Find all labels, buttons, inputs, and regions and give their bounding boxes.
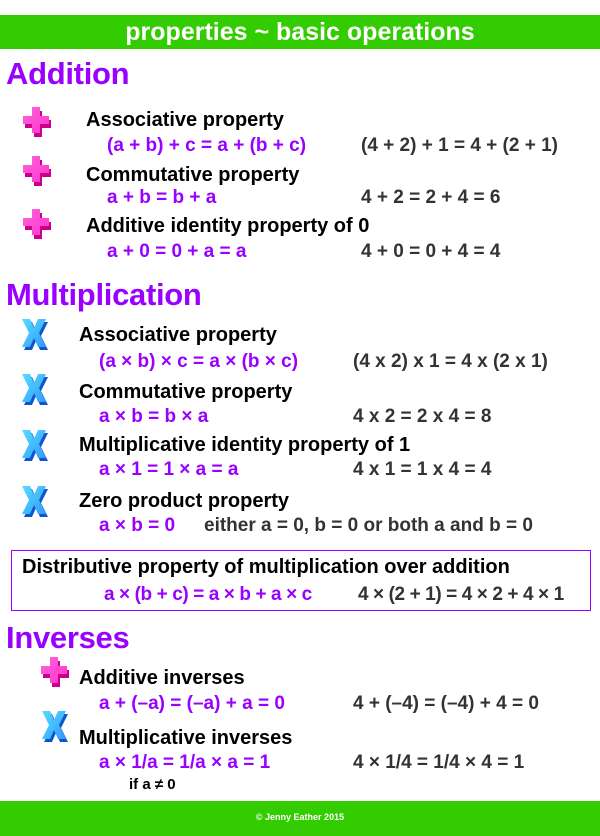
property-example: 4 × 1/4 = 1/4 × 4 = 1 xyxy=(353,752,525,773)
property-example: 4 + 0 = 0 + 4 = 4 xyxy=(361,241,501,262)
property-name: Additive identity property of 0 xyxy=(86,215,370,237)
distributive-example: 4 × (2 + 1) = 4 × 2 + 4 × 1 xyxy=(358,584,564,605)
distributive-formula: a × (b + c) = a × b + a × c xyxy=(104,584,312,605)
property-name: Multiplicative inverses xyxy=(79,727,293,749)
property-example: (4 x 2) x 1 = 4 x (2 x 1) xyxy=(353,351,548,372)
property-name: Commutative property xyxy=(79,381,293,403)
times-icon xyxy=(16,317,52,351)
plus-icon xyxy=(18,207,54,241)
times-icon xyxy=(16,484,52,518)
property-name: Commutative property xyxy=(86,164,300,186)
section-title-multiplication: Multiplication xyxy=(6,277,202,312)
property-example: (4 + 2) + 1 = 4 + (2 + 1) xyxy=(361,135,558,156)
copyright-text: © Jenny Eather 2015 xyxy=(255,812,345,822)
property-name: Zero product property xyxy=(79,490,290,512)
property-formula: a × 1 = 1 × a = a xyxy=(99,459,239,480)
property-example: 4 x 2 = 2 x 4 = 8 xyxy=(353,406,492,427)
property-formula: a × b = b × a xyxy=(99,406,209,427)
times-icon xyxy=(16,372,52,406)
property-example: 4 + 2 = 2 + 4 = 6 xyxy=(361,187,501,208)
property-name: Multiplicative identity property of 1 xyxy=(79,434,411,456)
page-title: properties ~ basic operations xyxy=(125,18,475,46)
property-example: either a = 0, b = 0 or both a and b = 0 xyxy=(204,515,533,536)
plus-icon xyxy=(36,655,72,689)
property-name: Associative property xyxy=(79,324,277,346)
property-formula: a + 0 = 0 + a = a xyxy=(107,241,247,262)
condition-note: if a ≠ 0 xyxy=(129,776,176,793)
property-formula: a × 1/a = 1/a × a = 1 xyxy=(99,752,271,773)
property-formula: a + b = b + a xyxy=(107,187,217,208)
property-example: 4 + (–4) = (–4) + 4 = 0 xyxy=(353,693,539,714)
times-icon xyxy=(36,709,72,743)
property-formula: a × b = 0 xyxy=(99,515,176,536)
plus-icon xyxy=(18,154,54,188)
property-name: Associative property xyxy=(86,109,284,131)
property-name: Additive inverses xyxy=(79,667,245,689)
distributive-property-name: Distributive property of multiplication … xyxy=(22,556,510,578)
times-icon xyxy=(16,428,52,462)
property-formula: (a × b) × c = a × (b × c) xyxy=(99,351,299,372)
section-title-inverses: Inverses xyxy=(6,620,130,655)
footer-banner: © Jenny Eather 2015 xyxy=(0,801,600,836)
property-example: 4 x 1 = 1 x 4 = 4 xyxy=(353,459,492,480)
section-title-addition: Addition xyxy=(6,56,130,91)
property-formula: a + (–a) = (–a) + a = 0 xyxy=(99,693,285,714)
property-formula: (a + b) + c = a + (b + c) xyxy=(107,135,307,156)
plus-icon xyxy=(18,105,54,139)
title-banner: properties ~ basic operations xyxy=(0,15,600,49)
